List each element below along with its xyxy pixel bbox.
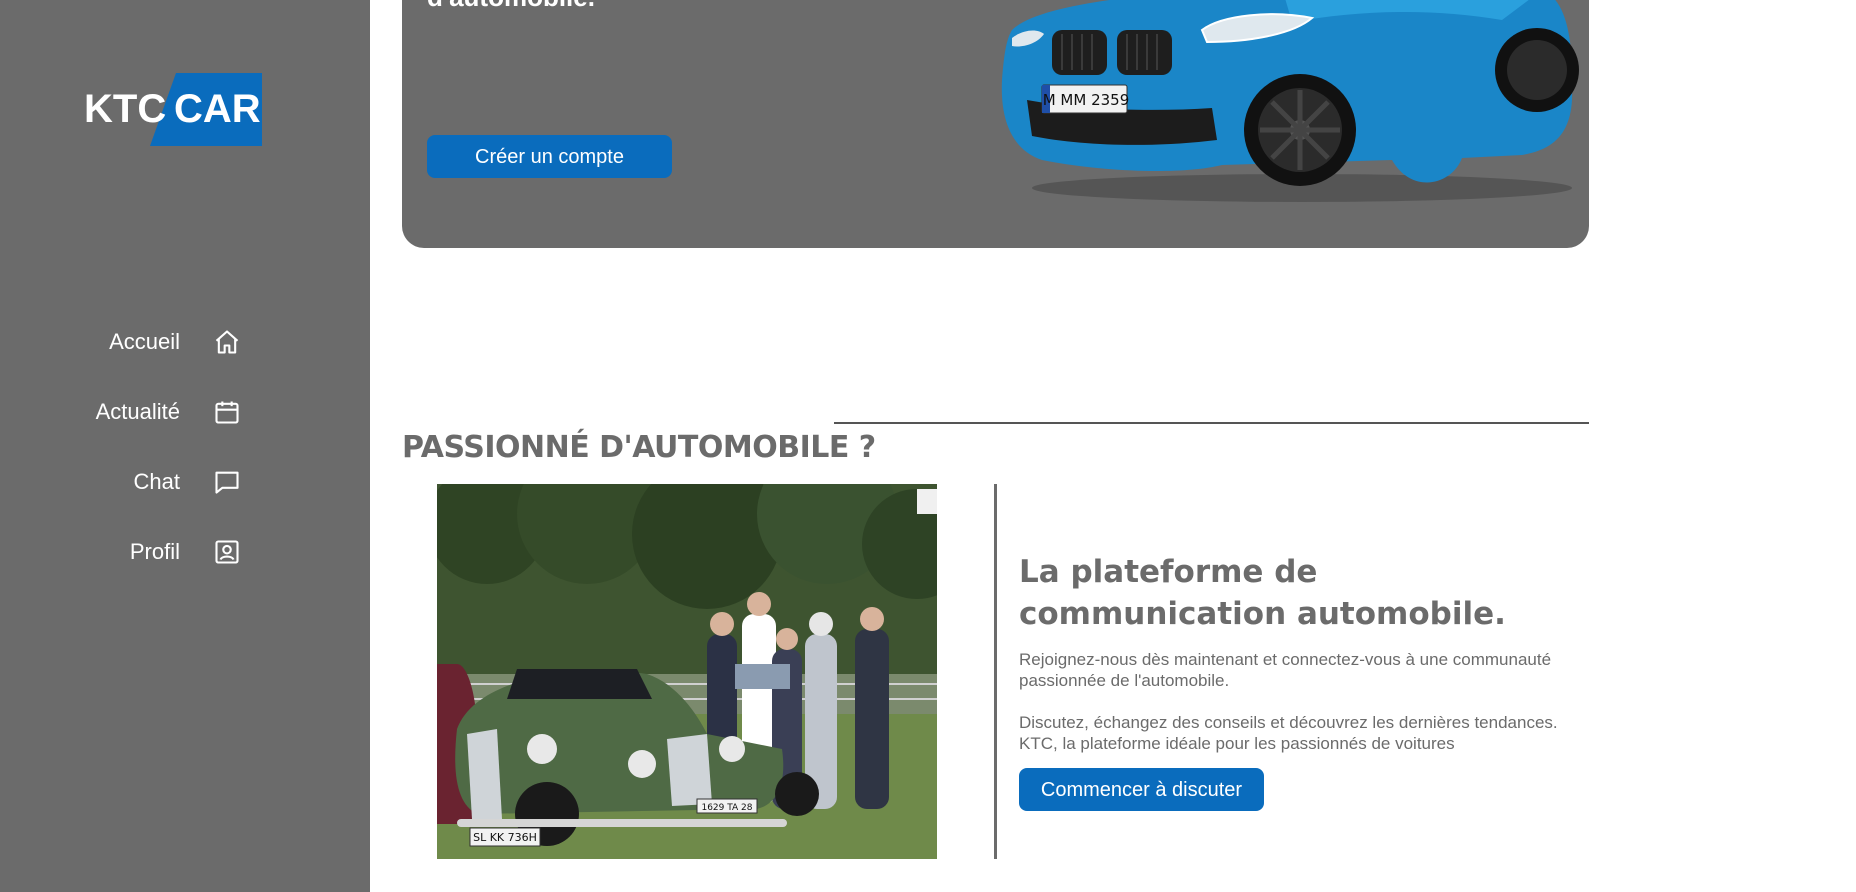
sidebar-item-label: Chat bbox=[133, 469, 180, 494]
hero-car-image: M MM 2359 bbox=[982, 0, 1582, 215]
sidebar: KTC CAR Accueil Actualité Chat Profil bbox=[0, 0, 370, 892]
start-chat-button[interactable]: Commencer à discuter bbox=[1019, 768, 1264, 811]
content-paragraph-1: Rejoignez-nous dès maintenant et connect… bbox=[1019, 650, 1552, 690]
sidebar-item-chat[interactable]: Chat bbox=[0, 459, 370, 505]
ktc-car-logo[interactable]: KTC CAR bbox=[84, 73, 262, 146]
classic-cars-photo: SL KK 736H 1629 TA 28 bbox=[437, 484, 937, 859]
sidebar-item-label: Actualité bbox=[95, 399, 180, 424]
sidebar-item-profil[interactable]: Profil bbox=[0, 529, 370, 575]
photo-plate-2: 1629 TA 28 bbox=[701, 803, 752, 813]
calendar-icon bbox=[213, 398, 241, 426]
home-icon bbox=[213, 328, 241, 356]
photo-plate-1: SL KK 736H bbox=[473, 831, 537, 844]
hero-car-plate: M MM 2359 bbox=[1043, 91, 1130, 109]
sidebar-item-accueil[interactable]: Accueil bbox=[0, 319, 370, 365]
chat-bubble-icon bbox=[213, 468, 241, 496]
hero-banner: d'automobile. Créer un compte bbox=[402, 0, 1589, 248]
content-heading: La plateforme de communication automobil… bbox=[1019, 554, 1506, 632]
sidebar-item-label: Accueil bbox=[109, 329, 180, 354]
sidebar-item-label: Profil bbox=[129, 539, 180, 564]
logo-text-ktc: KTC bbox=[84, 87, 166, 131]
content-paragraph-2: Discutez, échangez des conseils et décou… bbox=[1019, 713, 1558, 753]
logo-text-car: CAR bbox=[174, 87, 261, 131]
sidebar-item-actualite[interactable]: Actualité bbox=[0, 389, 370, 435]
content-divider bbox=[994, 484, 997, 859]
profile-icon bbox=[213, 538, 241, 566]
create-account-button[interactable]: Créer un compte bbox=[427, 135, 672, 178]
section-title-divider bbox=[834, 422, 1589, 424]
hero-title: d'automobile. bbox=[427, 0, 595, 13]
section-title: PASSIONNÉ D'AUTOMOBILE ? bbox=[402, 429, 876, 465]
